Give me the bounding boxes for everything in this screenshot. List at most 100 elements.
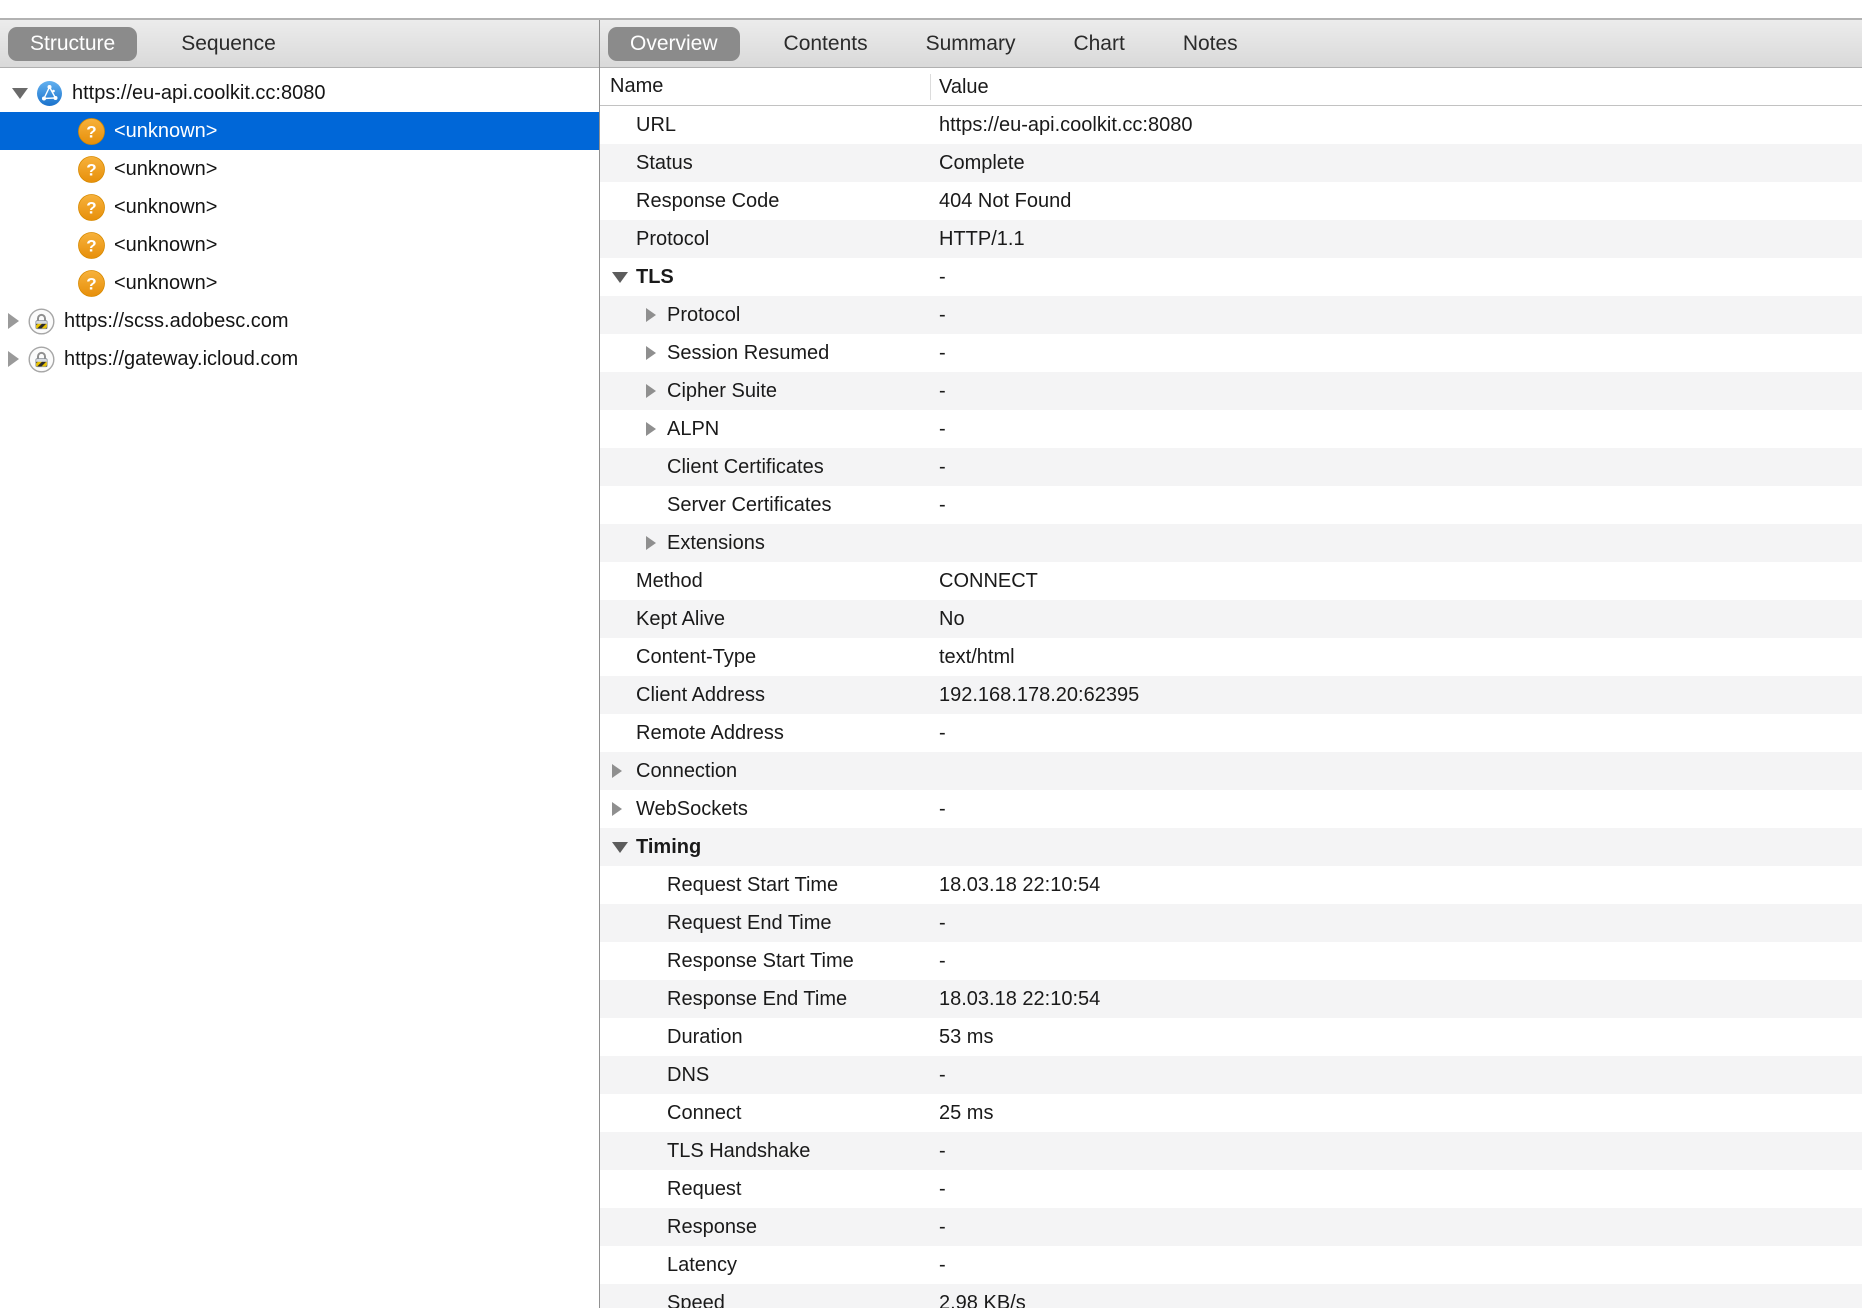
tab-overview[interactable]: Overview — [608, 27, 740, 61]
table-row[interactable]: Duration53 ms — [600, 1018, 1862, 1056]
disclosure-triangle-icon[interactable] — [646, 384, 656, 398]
table-row[interactable]: Response Start Time- — [600, 942, 1862, 980]
row-name: Response Code — [600, 190, 930, 213]
tree-row-host[interactable]: https://gateway.icloud.com — [0, 340, 599, 378]
disclosure-triangle-icon[interactable] — [646, 422, 656, 436]
row-value: 192.168.178.20:62395 — [930, 684, 1862, 707]
row-value: - — [930, 1216, 1862, 1239]
question-icon: ? — [78, 270, 105, 297]
row-name-label: Remote Address — [636, 722, 784, 745]
svg-text:?: ? — [86, 198, 96, 217]
row-value: - — [930, 722, 1862, 745]
row-name: URL — [600, 114, 930, 137]
tree-row-request[interactable]: ?<unknown> — [0, 150, 599, 188]
left-tabbar: Structure Sequence — [0, 20, 599, 68]
table-row[interactable]: Connection — [600, 752, 1862, 790]
tree-item-label: <unknown> — [114, 234, 217, 257]
table-row[interactable]: Response - — [600, 1208, 1862, 1246]
row-name: Client Address — [600, 684, 930, 707]
table-row[interactable]: Request End Time- — [600, 904, 1862, 942]
table-row[interactable]: StatusComplete — [600, 144, 1862, 182]
table-row[interactable]: Response Code404 Not Found — [600, 182, 1862, 220]
row-value: 53 ms — [930, 1026, 1862, 1049]
row-name: Latency — [600, 1254, 930, 1277]
table-row[interactable]: MethodCONNECT — [600, 562, 1862, 600]
tab-chart[interactable]: Chart — [1059, 27, 1138, 61]
table-row[interactable]: Latency- — [600, 1246, 1862, 1284]
tree-item-label: <unknown> — [114, 120, 217, 143]
row-name-label: DNS — [667, 1064, 709, 1087]
table-row[interactable]: Kept AliveNo — [600, 600, 1862, 638]
column-header-name: Name — [600, 75, 930, 98]
row-value: - — [930, 950, 1862, 973]
request-tree: https://eu-api.coolkit.cc:8080? <unknown>… — [0, 68, 599, 1308]
column-header-value: Value — [930, 74, 1862, 100]
row-value: 18.03.18 22:10:54 — [930, 988, 1862, 1011]
tree-item-label: <unknown> — [114, 272, 217, 295]
table-row[interactable]: ALPN- — [600, 410, 1862, 448]
disclosure-triangle-icon[interactable] — [646, 308, 656, 322]
table-row[interactable]: Client Certificates- — [600, 448, 1862, 486]
table-row[interactable]: Cipher Suite- — [600, 372, 1862, 410]
tab-contents[interactable]: Contents — [770, 27, 882, 61]
tree-row-host[interactable]: https://eu-api.coolkit.cc:8080 — [0, 74, 599, 112]
table-row[interactable]: Content-Typetext/html — [600, 638, 1862, 676]
disclosure-triangle-icon[interactable] — [612, 842, 628, 853]
tab-structure[interactable]: Structure — [8, 27, 137, 61]
table-row[interactable]: DNS- — [600, 1056, 1862, 1094]
svg-text:?: ? — [86, 122, 96, 141]
disclosure-triangle-icon[interactable] — [612, 802, 622, 816]
table-row[interactable]: WebSockets- — [600, 790, 1862, 828]
row-value: text/html — [930, 646, 1862, 669]
row-name-label: Extensions — [667, 532, 765, 555]
tree-row-request[interactable]: ? <unknown> — [0, 264, 599, 302]
table-row[interactable]: Response End Time18.03.18 22:10:54 — [600, 980, 1862, 1018]
question-icon: ? — [78, 118, 105, 145]
table-row[interactable]: Speed2.98 KB/s — [600, 1284, 1862, 1308]
row-name-label: Client Address — [636, 684, 765, 707]
disclosure-triangle-icon[interactable] — [8, 351, 19, 367]
disclosure-triangle-icon[interactable] — [612, 272, 628, 283]
row-name: Session Resumed — [600, 342, 930, 365]
tree-item-label: https://eu-api.coolkit.cc:8080 — [72, 82, 325, 105]
table-row[interactable]: TLS Handshake- — [600, 1132, 1862, 1170]
tree-row-request[interactable]: ?<unknown> — [0, 226, 599, 264]
tab-notes[interactable]: Notes — [1169, 27, 1252, 61]
row-name-label: Request — [667, 1178, 742, 1201]
row-name: Kept Alive — [600, 608, 930, 631]
table-row[interactable]: Client Address 192.168.178.20:62395 — [600, 676, 1862, 714]
table-row[interactable]: TLS- — [600, 258, 1862, 296]
row-name: Remote Address — [600, 722, 930, 745]
tab-sequence[interactable]: Sequence — [167, 27, 290, 61]
table-row[interactable]: Session Resumed- — [600, 334, 1862, 372]
tree-row-request[interactable]: ? <unknown> — [0, 112, 599, 150]
tree-row-request[interactable]: ?<unknown> — [0, 188, 599, 226]
row-name-label: Status — [636, 152, 693, 175]
disclosure-triangle-icon[interactable] — [646, 346, 656, 360]
tab-summary[interactable]: Summary — [912, 27, 1030, 61]
table-row[interactable]: Timing — [600, 828, 1862, 866]
row-name-label: Kept Alive — [636, 608, 725, 631]
table-row[interactable]: Remote Address - — [600, 714, 1862, 752]
tree-row-host[interactable]: https://scss.adobesc.com — [0, 302, 599, 340]
disclosure-triangle-icon[interactable] — [612, 764, 622, 778]
disclosure-triangle-icon[interactable] — [646, 536, 656, 550]
row-value: - — [930, 1140, 1862, 1163]
row-name: Response Start Time — [600, 950, 930, 973]
row-name: Cipher Suite — [600, 380, 930, 403]
table-row[interactable]: ProtocolHTTP/1.1 — [600, 220, 1862, 258]
table-row[interactable]: Server Certificates- — [600, 486, 1862, 524]
row-value: - — [930, 1178, 1862, 1201]
disclosure-triangle-icon[interactable] — [12, 88, 28, 99]
table-row[interactable]: Extensions — [600, 524, 1862, 562]
table-row[interactable]: Protocol- — [600, 296, 1862, 334]
table-row[interactable]: Connect25 ms — [600, 1094, 1862, 1132]
row-value: - — [930, 304, 1862, 327]
table-row[interactable]: URLhttps://eu-api.coolkit.cc:8080 — [600, 106, 1862, 144]
row-name: Request Start Time — [600, 874, 930, 897]
row-name-label: Response — [667, 1216, 757, 1239]
table-row[interactable]: Request - — [600, 1170, 1862, 1208]
disclosure-triangle-icon[interactable] — [8, 313, 19, 329]
row-value: - — [930, 494, 1862, 517]
table-row[interactable]: Request Start Time18.03.18 22:10:54 — [600, 866, 1862, 904]
